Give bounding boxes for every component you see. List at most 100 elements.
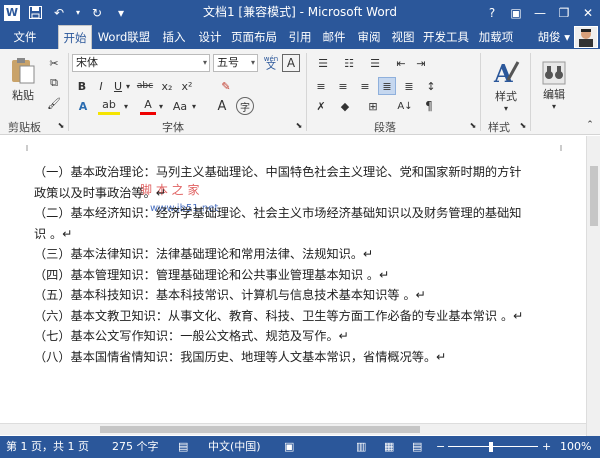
font-size-select[interactable]: 五号 ▾: [213, 54, 258, 72]
font-launcher-icon[interactable]: ⬊: [294, 119, 304, 131]
scroll-thumb[interactable]: [590, 166, 598, 226]
print-layout-icon[interactable]: ▦: [384, 436, 394, 458]
enclose-character-button[interactable]: 字: [236, 97, 254, 115]
tab-mailings[interactable]: 邮件: [318, 25, 350, 49]
cut-icon[interactable]: ✂: [46, 55, 62, 71]
help-button[interactable]: ?: [480, 0, 504, 25]
tab-design[interactable]: 设计: [194, 25, 226, 49]
font-name-select[interactable]: 宋体 ▾: [72, 54, 210, 72]
highlight-button[interactable]: ab: [98, 97, 120, 115]
shading-icon[interactable]: ◆: [336, 97, 354, 115]
tab-insert[interactable]: 插入: [158, 25, 190, 49]
tab-references[interactable]: 引用: [284, 25, 316, 49]
italic-button[interactable]: I: [93, 77, 109, 95]
multilevel-list-icon[interactable]: ☰: [364, 54, 386, 72]
web-layout-icon[interactable]: ▤: [412, 436, 422, 458]
avatar[interactable]: [574, 26, 598, 48]
editing-button[interactable]: 编辑 ▾: [536, 53, 572, 117]
vertical-scrollbar[interactable]: [586, 136, 600, 436]
show-marks-icon[interactable]: ¶: [420, 97, 438, 115]
zoom-out-button[interactable]: −: [436, 436, 445, 458]
bold-button[interactable]: B: [74, 77, 90, 95]
align-center-icon[interactable]: ≡: [334, 77, 352, 95]
word-count[interactable]: 275 个字: [112, 436, 159, 458]
paragraph-line[interactable]: （六）基本文教卫知识：从事文化、教育、科技、卫生等方面工作必备的专业基本常识 。…: [34, 306, 570, 327]
collapse-ribbon-icon[interactable]: ⌃: [584, 119, 596, 131]
chevron-down-icon[interactable]: ▾: [157, 97, 165, 115]
paragraph-line[interactable]: （一）基本政治理论：马列主义基础理论、中国特色社会主义理论、党和国家新时期的方针: [34, 162, 570, 183]
redo-icon[interactable]: ↻: [88, 4, 106, 22]
zoom-slider-handle[interactable]: [489, 442, 493, 452]
minimize-button[interactable]: —: [528, 0, 552, 25]
subscript-button[interactable]: x₂: [158, 77, 176, 95]
user-account[interactable]: 胡俊 ▾: [538, 25, 570, 49]
borders-icon[interactable]: ⊞: [364, 97, 382, 115]
paragraph-line[interactable]: 政策以及时事政治等。↵: [34, 183, 570, 204]
clear-formatting-button[interactable]: ✎: [216, 77, 236, 95]
copy-icon[interactable]: ⧉: [46, 75, 62, 91]
align-right-icon[interactable]: ≡: [356, 77, 374, 95]
justify-icon[interactable]: ≣: [378, 77, 396, 95]
paragraph-line[interactable]: （八）基本国情省情知识：我国历史、地理等人文基本常识，省情概况等。↵: [34, 347, 570, 368]
undo-icon[interactable]: ↶: [50, 4, 68, 22]
scroll-thumb[interactable]: [100, 426, 420, 433]
close-button[interactable]: ✕: [576, 0, 600, 25]
superscript-button[interactable]: x²: [178, 77, 196, 95]
paragraph-line[interactable]: （五）基本科技知识：基本科技常识、计算机与信息技术基本知识等 。↵: [34, 285, 570, 306]
chinese-layout-icon[interactable]: ✗: [312, 97, 330, 115]
numbering-icon[interactable]: ☷: [338, 54, 360, 72]
grow-font-button[interactable]: A: [214, 97, 230, 115]
paragraph-line[interactable]: （二）基本经济知识：经济学基础理论、社会主义市场经济基础知识以及财务管理的基础知: [34, 203, 570, 224]
chevron-down-icon[interactable]: ▾: [122, 97, 130, 115]
styles-launcher-icon[interactable]: ⬊: [518, 119, 528, 131]
document-body[interactable]: （一）基本政治理论：马列主义基础理论、中国特色社会主义理论、党和国家新时期的方针…: [34, 162, 570, 367]
paste-button[interactable]: 粘贴: [6, 53, 40, 107]
paragraph-launcher-icon[interactable]: ⬊: [468, 119, 478, 131]
zoom-in-button[interactable]: +: [542, 436, 551, 458]
read-mode-icon[interactable]: ▥: [356, 436, 366, 458]
customize-qat-icon[interactable]: ▾: [112, 4, 130, 22]
tab-review[interactable]: 审阅: [353, 25, 385, 49]
distributed-icon[interactable]: ≣: [400, 77, 418, 95]
macro-icon[interactable]: ▣: [284, 436, 294, 458]
change-case-button[interactable]: Aa: [170, 97, 190, 115]
paragraph-line[interactable]: （七）基本公文写作知识：一般公文格式、规范及写作。↵: [34, 326, 570, 347]
text-effects-button[interactable]: A: [74, 97, 92, 115]
language[interactable]: 中文(中国): [208, 436, 261, 458]
paragraph-line[interactable]: 识 。↵: [34, 224, 570, 245]
clipboard-launcher-icon[interactable]: ⬊: [56, 119, 66, 131]
proofing-icon[interactable]: ▤: [178, 436, 188, 458]
tab-addins[interactable]: 加载项: [474, 25, 518, 49]
font-color-button[interactable]: A: [140, 97, 156, 115]
increase-indent-icon[interactable]: ⇥: [412, 54, 430, 72]
strikethrough-button[interactable]: abc: [134, 77, 156, 95]
zoom-level[interactable]: 100%: [560, 436, 591, 458]
bullets-icon[interactable]: ☰: [312, 54, 334, 72]
restore-button[interactable]: ❐: [552, 0, 576, 25]
zoom-slider[interactable]: [448, 446, 538, 447]
tab-page-layout[interactable]: 页面布局: [228, 25, 280, 49]
line-spacing-icon[interactable]: ↕: [422, 77, 440, 95]
horizontal-scrollbar[interactable]: [0, 423, 586, 435]
paragraph-line[interactable]: （四）基本管理知识：管理基础理论和公共事业管理基本知识 。↵: [34, 265, 570, 286]
undo-dropdown-icon[interactable]: ▾: [74, 4, 82, 22]
chevron-down-icon[interactable]: ▾: [124, 77, 132, 95]
sort-icon[interactable]: A↓: [396, 97, 414, 115]
styles-button[interactable]: A 样式 ▾: [486, 53, 526, 117]
tab-file[interactable]: 文件: [0, 25, 50, 49]
character-border-button[interactable]: A: [282, 54, 300, 72]
tab-word-union[interactable]: Word联盟: [94, 25, 154, 49]
paragraph-line[interactable]: （三）基本法律知识：法律基础理论和常用法律、法规知识。↵: [34, 244, 570, 265]
align-left-icon[interactable]: ≡: [312, 77, 330, 95]
save-icon[interactable]: [26, 4, 44, 22]
ribbon-display-icon[interactable]: ▣: [504, 0, 528, 25]
tab-home[interactable]: 开始: [58, 25, 92, 49]
tab-developer[interactable]: 开发工具: [420, 25, 472, 49]
word-app-icon[interactable]: W: [4, 4, 20, 21]
decrease-indent-icon[interactable]: ⇤: [392, 54, 410, 72]
phonetic-guide-button[interactable]: wén 文: [262, 54, 280, 72]
tab-view[interactable]: 视图: [387, 25, 419, 49]
page-count[interactable]: 第 1 页，共 1 页: [6, 436, 89, 458]
format-painter-icon[interactable]: 🖌: [46, 95, 62, 111]
chevron-down-icon[interactable]: ▾: [190, 97, 198, 115]
